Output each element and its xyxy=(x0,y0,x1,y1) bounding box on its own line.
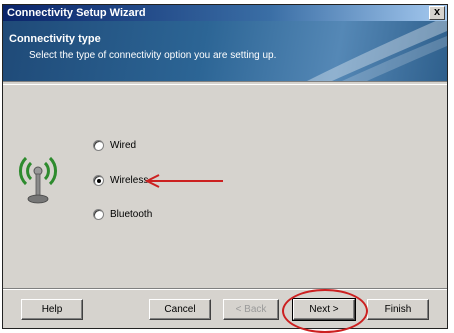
wizard-window: Connectivity Setup Wizard x Connectivity… xyxy=(2,4,448,333)
footer-divider xyxy=(3,288,447,290)
window-title: Connectivity Setup Wizard xyxy=(7,7,146,19)
banner-divider xyxy=(3,81,447,85)
wireless-antenna-icon xyxy=(19,156,57,204)
red-arrow-annotation-icon xyxy=(144,174,223,188)
next-button[interactable]: Next > xyxy=(292,298,356,321)
page-subtitle: Select the type of connectivity option y… xyxy=(29,50,277,61)
cancel-button[interactable]: Cancel xyxy=(149,299,211,320)
header-banner: Connectivity type Select the type of con… xyxy=(3,21,447,81)
wired-label: Wired xyxy=(110,140,137,151)
finish-button[interactable]: Finish xyxy=(367,299,429,320)
option-wired[interactable]: Wired xyxy=(93,140,136,151)
option-wireless[interactable]: Wireless xyxy=(93,175,148,186)
banner-swoosh-graphic xyxy=(307,21,447,81)
back-button[interactable]: < Back xyxy=(223,299,279,320)
bluetooth-label: Bluetooth xyxy=(110,209,153,220)
wired-radio[interactable] xyxy=(93,140,104,151)
help-button[interactable]: Help xyxy=(21,299,83,320)
close-button[interactable]: x xyxy=(429,6,445,20)
wireless-radio[interactable] xyxy=(93,175,104,186)
title-bar: Connectivity Setup Wizard x xyxy=(3,5,447,21)
page-title: Connectivity type xyxy=(9,33,101,45)
option-bluetooth[interactable]: Bluetooth xyxy=(93,209,152,220)
bluetooth-radio[interactable] xyxy=(93,209,104,220)
